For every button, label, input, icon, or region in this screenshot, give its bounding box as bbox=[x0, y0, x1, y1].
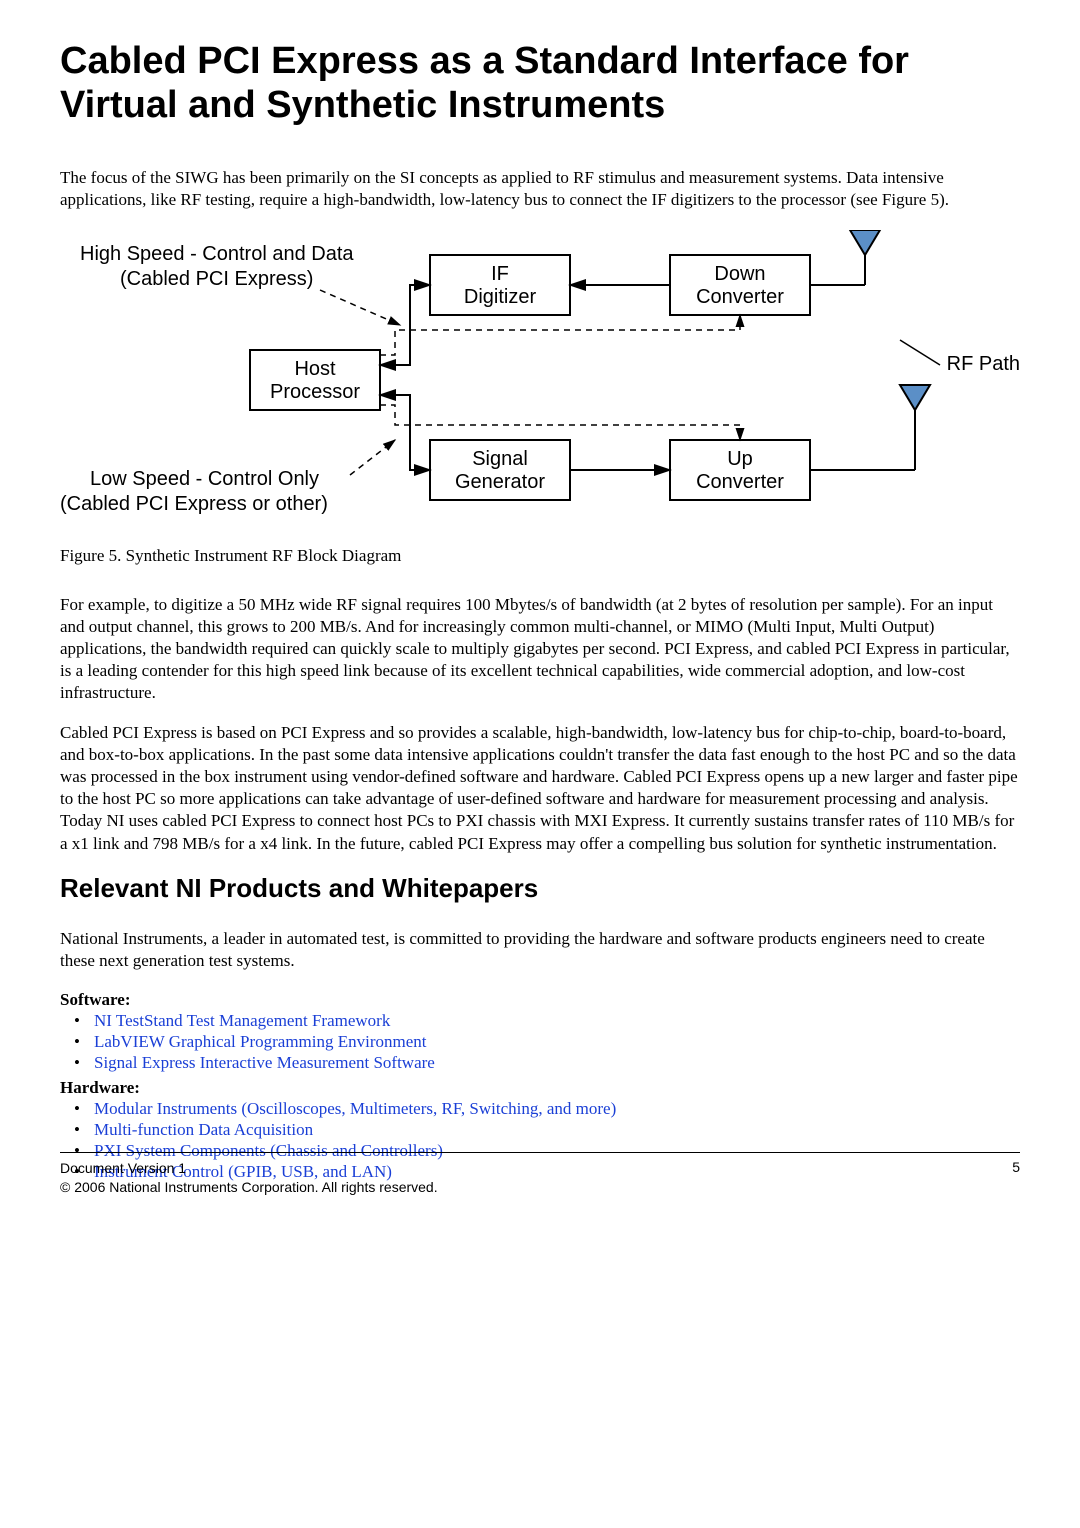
block-diagram-svg: High Speed - Control and Data (Cabled PC… bbox=[60, 230, 1020, 540]
up-label-2: Converter bbox=[696, 471, 784, 493]
paragraph-4: National Instruments, a leader in automa… bbox=[60, 928, 1020, 972]
if-label-2: Digitizer bbox=[464, 286, 537, 308]
software-link-list: NI TestStand Test Management Framework L… bbox=[60, 1010, 1020, 1074]
hardware-heading: Hardware: bbox=[60, 1078, 1020, 1098]
page-title: Cabled PCI Express as a Standard Interfa… bbox=[60, 40, 1020, 127]
host-label-1: Host bbox=[294, 358, 336, 380]
footer-page-number: 5 bbox=[1012, 1159, 1020, 1197]
up-label-1: Up bbox=[727, 448, 753, 470]
low-speed-label-2: (Cabled PCI Express or other) bbox=[60, 493, 328, 515]
link-modular-instruments[interactable]: Modular Instruments (Oscilloscopes, Mult… bbox=[94, 1099, 616, 1118]
list-item: Multi-function Data Acquisition bbox=[60, 1119, 1020, 1140]
list-item: Signal Express Interactive Measurement S… bbox=[60, 1052, 1020, 1073]
signal-label-2: Generator bbox=[455, 471, 545, 493]
intro-paragraph: The focus of the SIWG has been primarily… bbox=[60, 167, 1020, 211]
list-item: Modular Instruments (Oscilloscopes, Mult… bbox=[60, 1098, 1020, 1119]
down-label-1: Down bbox=[714, 263, 765, 285]
figure-caption: Figure 5. Synthetic Instrument RF Block … bbox=[60, 546, 1020, 566]
host-label-2: Processor bbox=[270, 381, 360, 403]
paragraph-2: For example, to digitize a 50 MHz wide R… bbox=[60, 594, 1020, 704]
low-speed-label-1: Low Speed - Control Only bbox=[90, 468, 319, 490]
rf-path-label: RF Path bbox=[947, 353, 1020, 375]
link-signal-express[interactable]: Signal Express Interactive Measurement S… bbox=[94, 1053, 435, 1072]
link-labview[interactable]: LabVIEW Graphical Programming Environmen… bbox=[94, 1032, 427, 1051]
footer-version: Document Version 1 bbox=[60, 1159, 438, 1178]
antenna-bottom-icon bbox=[900, 385, 930, 410]
signal-label-1: Signal bbox=[472, 448, 528, 470]
link-daq[interactable]: Multi-function Data Acquisition bbox=[94, 1120, 313, 1139]
paragraph-3: Cabled PCI Express is based on PCI Expre… bbox=[60, 722, 1020, 855]
high-speed-label-1: High Speed - Control and Data bbox=[80, 243, 354, 265]
antenna-top-icon bbox=[850, 230, 880, 255]
footer-copyright: © 2006 National Instruments Corporation.… bbox=[60, 1178, 438, 1197]
if-label-1: IF bbox=[491, 263, 509, 285]
list-item: NI TestStand Test Management Framework bbox=[60, 1010, 1020, 1031]
block-diagram-figure: High Speed - Control and Data (Cabled PC… bbox=[60, 230, 1020, 540]
link-ni-teststand[interactable]: NI TestStand Test Management Framework bbox=[94, 1011, 390, 1030]
high-speed-label-2: (Cabled PCI Express) bbox=[120, 268, 313, 290]
software-heading: Software: bbox=[60, 990, 1020, 1010]
section-heading-products: Relevant NI Products and Whitepapers bbox=[60, 873, 1020, 904]
page-footer: Document Version 1 © 2006 National Instr… bbox=[60, 1152, 1020, 1197]
down-label-2: Converter bbox=[696, 286, 784, 308]
list-item: LabVIEW Graphical Programming Environmen… bbox=[60, 1031, 1020, 1052]
